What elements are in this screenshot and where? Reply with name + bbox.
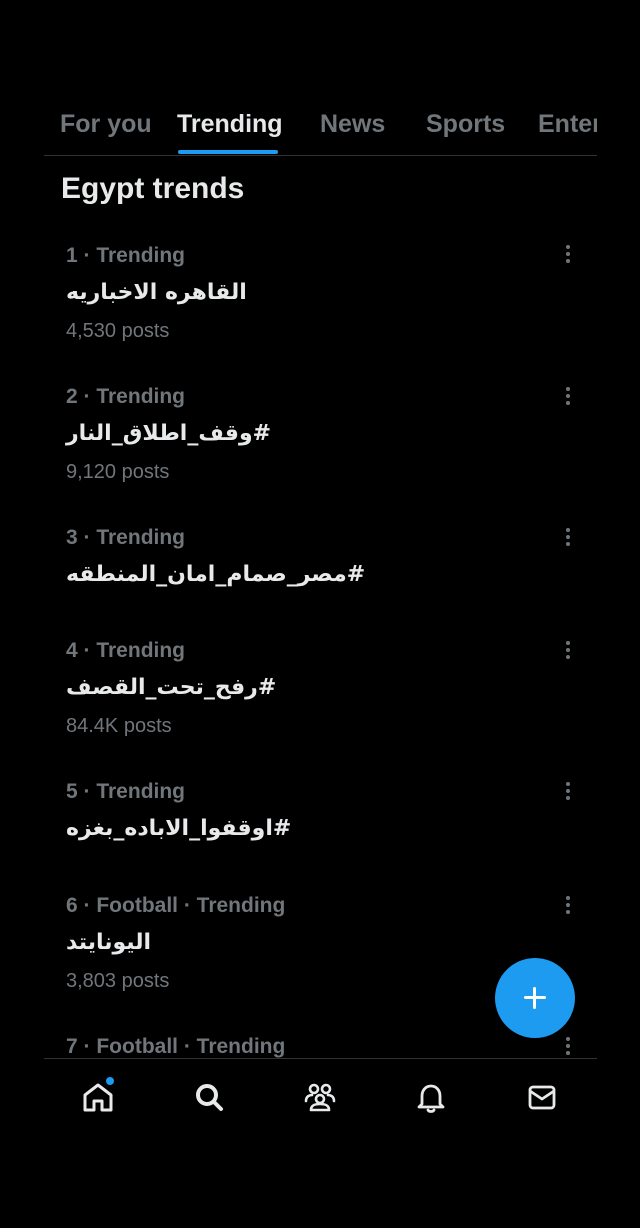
trend-item[interactable]: 3 · Trending #مصر_صمام_امان_المنطقه	[66, 523, 586, 595]
tab-trending[interactable]: Trending	[177, 110, 283, 139]
communities-icon[interactable]	[300, 1077, 340, 1117]
tab-for-you[interactable]: For you	[60, 110, 152, 139]
trend-meta: 5 · Trending	[66, 780, 186, 803]
trend-name: #مصر_صمام_امان_المنطقه	[66, 562, 366, 587]
search-icon[interactable]	[189, 1077, 229, 1117]
trend-meta: 6 · Football · Trending	[66, 894, 286, 917]
more-vertical-icon[interactable]	[560, 526, 576, 548]
explore-tabs: For you Trending News Sports Enter	[44, 100, 597, 156]
trend-meta: 1 · Trending	[66, 244, 186, 267]
trend-item[interactable]: 2 · Trending #وقف_اطلاق_النار 9,120 post…	[66, 382, 586, 488]
trend-name: #وقف_اطلاق_النار	[66, 421, 272, 446]
more-vertical-icon[interactable]	[560, 243, 576, 265]
tab-entertainment[interactable]: Enter	[538, 110, 597, 139]
compose-button[interactable]	[495, 958, 575, 1038]
more-vertical-icon[interactable]	[560, 385, 576, 407]
trend-name: اليونايتد	[66, 930, 152, 955]
more-vertical-icon[interactable]	[560, 780, 576, 802]
trend-post-count: 4,530 posts	[66, 320, 170, 342]
trend-name: #رفح_تحت_القصف	[66, 675, 277, 700]
tab-sports[interactable]: Sports	[426, 110, 505, 139]
page-title: Egypt trends	[61, 172, 245, 205]
trend-post-count: 9,120 posts	[66, 461, 170, 483]
more-vertical-icon[interactable]	[560, 639, 576, 661]
trend-item[interactable]: 1 · Trending القاهره الاخباريه 4,530 pos…	[66, 241, 586, 347]
messages-icon[interactable]	[522, 1077, 562, 1117]
trend-meta: 3 · Trending	[66, 526, 186, 549]
trend-item[interactable]: 5 · Trending #اوقفوا_الاباده_بغزه	[66, 777, 586, 849]
trend-meta: 2 · Trending	[66, 385, 186, 408]
more-vertical-icon[interactable]	[560, 1035, 576, 1057]
active-tab-indicator	[178, 150, 278, 154]
trend-name: القاهره الاخباريه	[66, 280, 247, 305]
bottom-navigation	[44, 1058, 597, 1142]
tab-news[interactable]: News	[320, 110, 385, 139]
trend-name: #اوقفوا_الاباده_بغزه	[66, 816, 292, 841]
notifications-icon[interactable]	[411, 1077, 451, 1117]
plus-icon-stroke	[533, 987, 536, 1009]
trend-meta: 4 · Trending	[66, 639, 186, 662]
home-notification-dot	[106, 1077, 114, 1085]
trend-post-count: 84.4K posts	[66, 715, 172, 737]
trend-item[interactable]: 4 · Trending #رفح_تحت_القصف 84.4K posts	[66, 636, 586, 742]
more-vertical-icon[interactable]	[560, 894, 576, 916]
